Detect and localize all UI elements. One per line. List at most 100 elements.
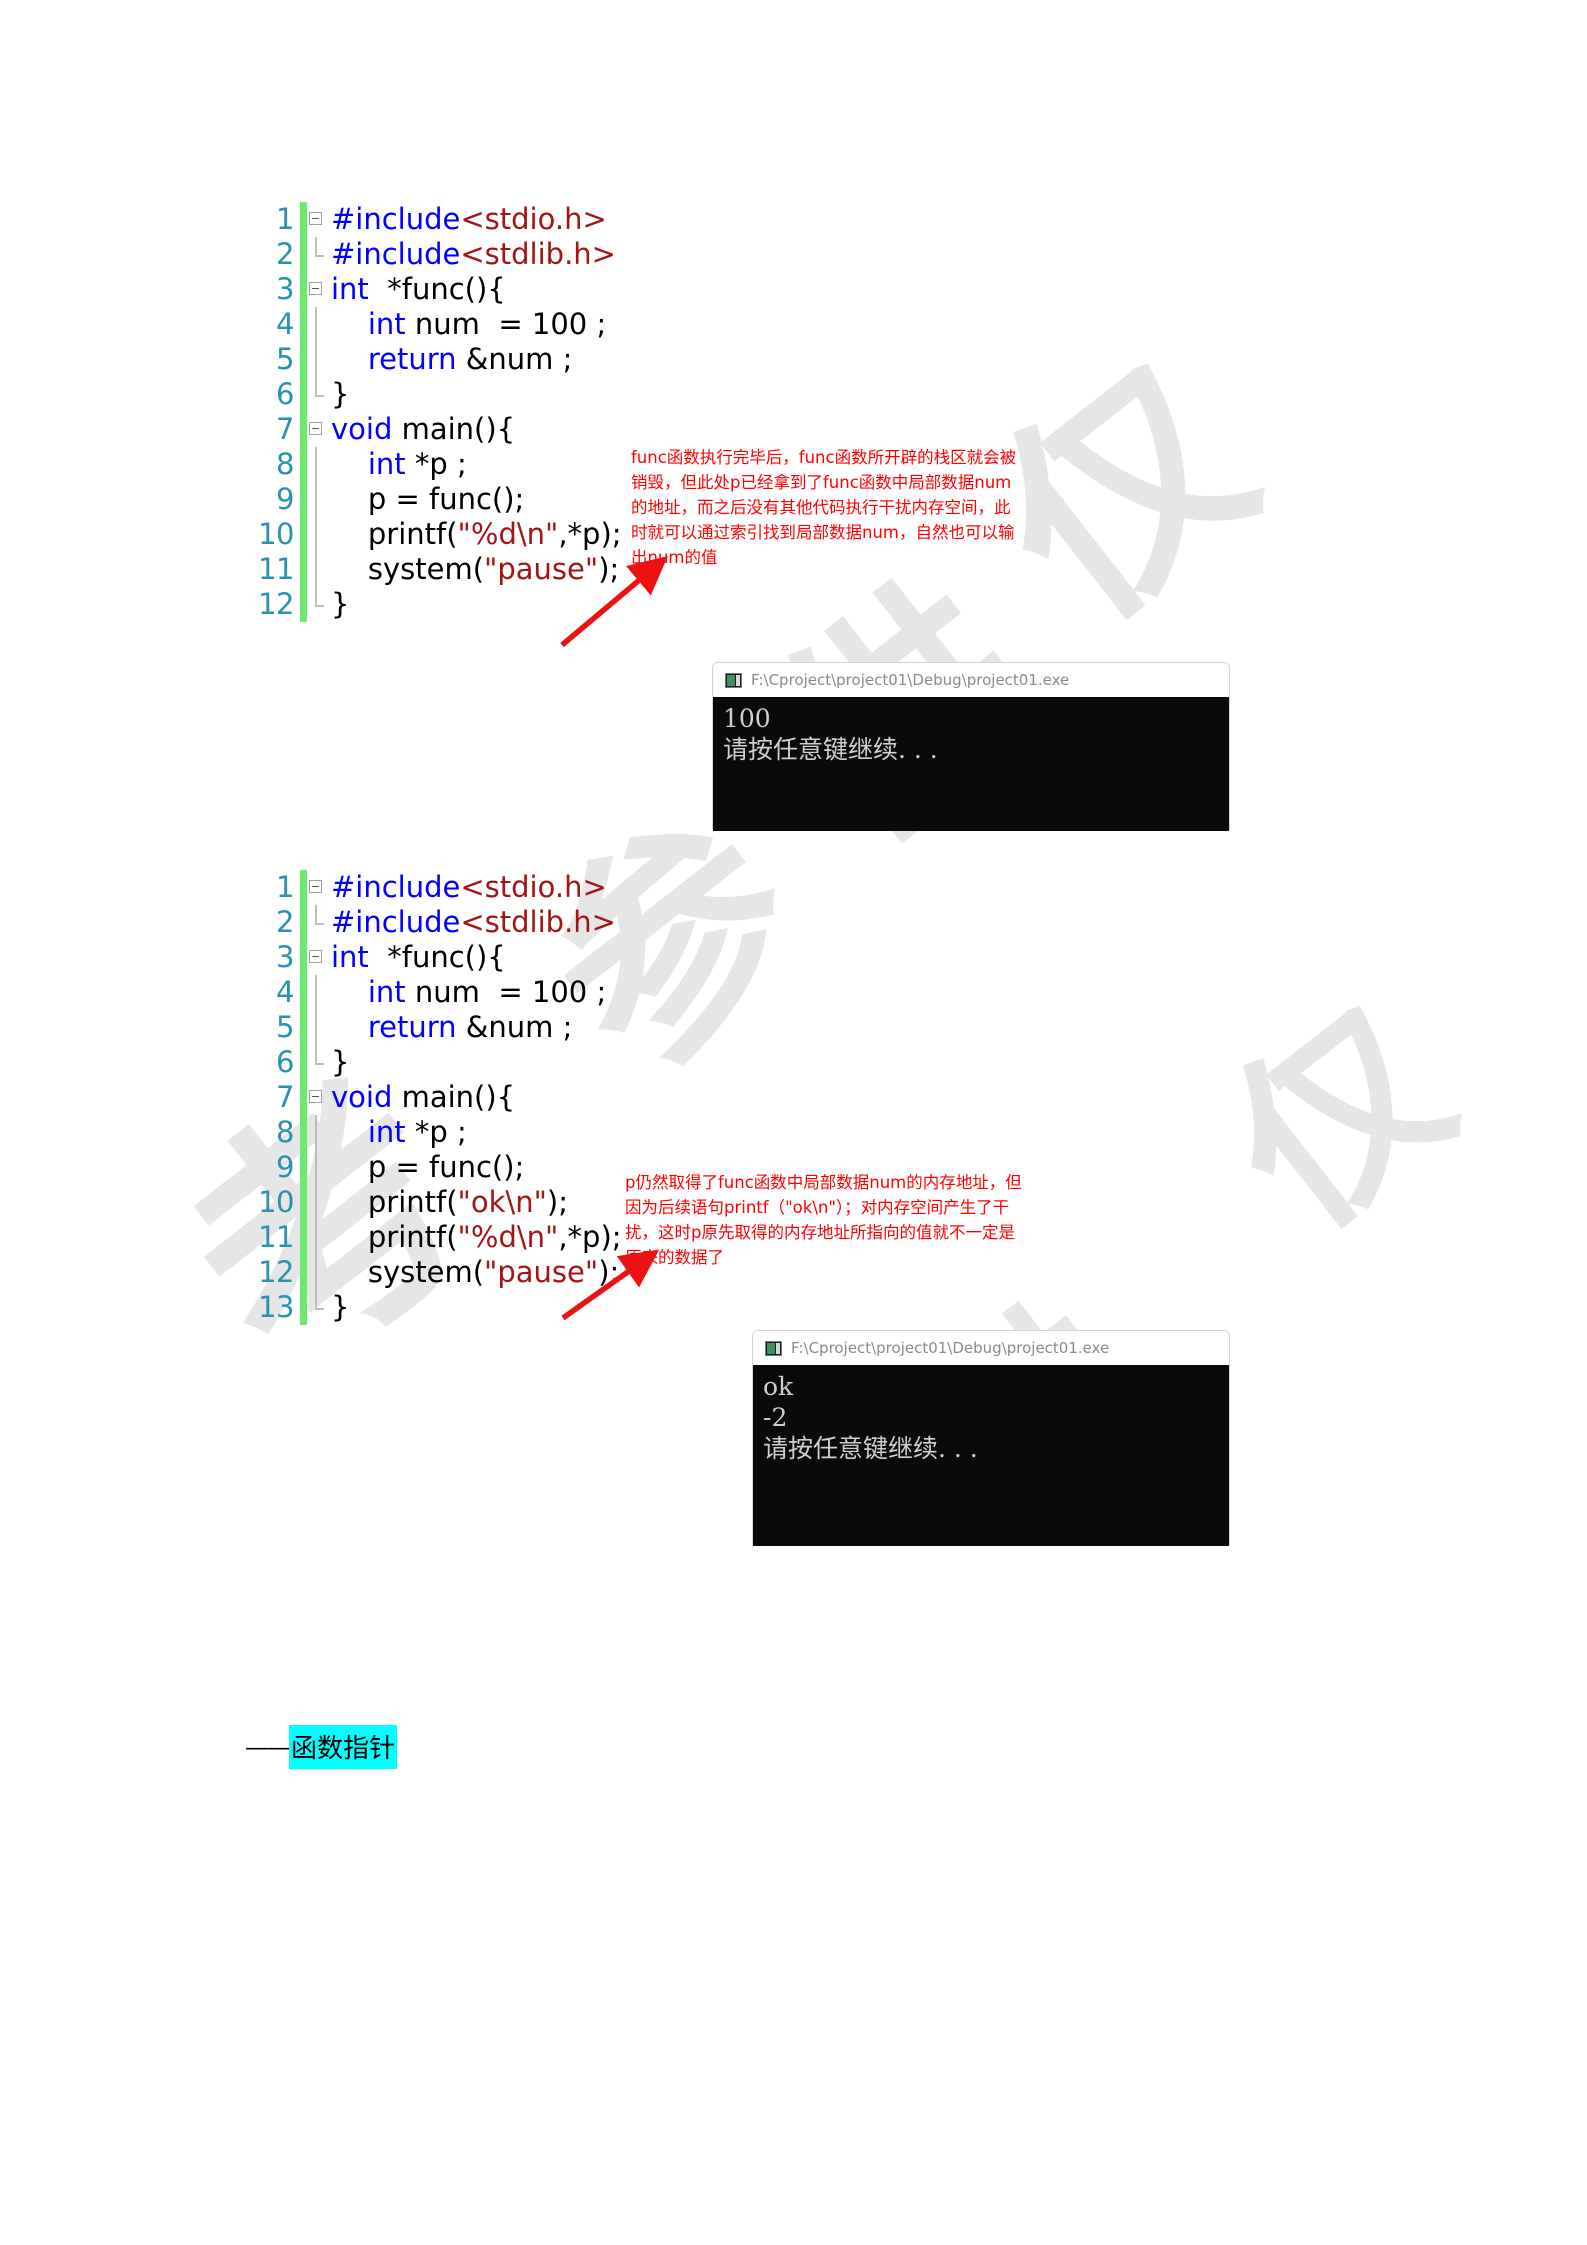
collapse-minus-icon[interactable] bbox=[309, 880, 322, 893]
console-window-1[interactable]: F:\Cproject\project01\Debug\project01.ex… bbox=[712, 662, 1230, 831]
outline-gutter[interactable] bbox=[307, 1150, 327, 1185]
change-bar bbox=[300, 870, 307, 905]
line-number: 3 bbox=[276, 272, 294, 306]
console-title-text: F:\Cproject\project01\Debug\project01.ex… bbox=[751, 671, 1070, 689]
annotation-line: func函数执行完毕后，func函数所开辟的栈区就会被 bbox=[631, 448, 1017, 467]
change-bar bbox=[300, 517, 307, 552]
outline-gutter[interactable] bbox=[307, 307, 327, 342]
outline-gutter[interactable] bbox=[307, 517, 327, 552]
code-token: &num ; bbox=[456, 1010, 573, 1044]
line-number: 6 bbox=[276, 1045, 294, 1079]
code-token: <stdlib.h> bbox=[460, 905, 616, 939]
outline-gutter[interactable] bbox=[307, 1290, 327, 1325]
outline-gutter[interactable] bbox=[307, 1185, 327, 1220]
change-bar bbox=[300, 202, 307, 237]
code-token: ); bbox=[598, 552, 620, 586]
console-output-line: ok bbox=[763, 1372, 794, 1401]
code-text: int *func(){ bbox=[327, 272, 506, 307]
code-line: 4 int num = 100 ; bbox=[248, 307, 622, 342]
change-bar bbox=[300, 1010, 307, 1045]
collapse-minus-icon[interactable] bbox=[309, 1090, 322, 1103]
code-token: printf( bbox=[331, 1185, 458, 1219]
code-token: num = 100 ; bbox=[405, 307, 607, 341]
line-number: 4 bbox=[276, 307, 294, 341]
outline-gutter[interactable] bbox=[307, 905, 327, 940]
outline-gutter[interactable] bbox=[307, 447, 327, 482]
code-text: p = func(); bbox=[327, 482, 524, 517]
outline-gutter[interactable] bbox=[307, 975, 327, 1010]
code-token: ); bbox=[546, 1185, 569, 1219]
outline-gutter[interactable] bbox=[307, 482, 327, 517]
outline-gutter[interactable] bbox=[307, 342, 327, 377]
annotation-1: func函数执行完毕后，func函数所开辟的栈区就会被 销毁，但此处p已经拿到了f… bbox=[631, 445, 1201, 570]
line-number: 5 bbox=[276, 342, 294, 376]
line-number: 8 bbox=[276, 447, 294, 481]
code-line: 12} bbox=[248, 587, 622, 622]
line-number: 1 bbox=[276, 870, 294, 904]
code-token: #include bbox=[331, 870, 461, 904]
code-line: 9 p = func(); bbox=[248, 482, 622, 517]
change-bar bbox=[300, 1080, 307, 1115]
code-line: 2 #include<stdlib.h> bbox=[248, 237, 622, 272]
collapse-minus-icon[interactable] bbox=[309, 282, 322, 295]
code-block-1: 1 #include<stdio.h> 2 #include<stdlib.h> 3 in… bbox=[248, 202, 622, 622]
code-text: printf("%d\n",*p); bbox=[327, 517, 622, 552]
change-bar bbox=[300, 272, 307, 307]
line-number: 4 bbox=[276, 975, 294, 1009]
code-line: 11 printf("%d\n",*p); bbox=[248, 1220, 622, 1255]
console-window-2[interactable]: F:\Cproject\project01\Debug\project01.ex… bbox=[752, 1330, 1230, 1546]
outline-gutter[interactable] bbox=[307, 1115, 327, 1150]
console-output: 100 请按任意键继续. . . bbox=[713, 697, 1229, 831]
code-token: } bbox=[331, 377, 350, 411]
code-token: #include bbox=[331, 237, 461, 271]
outline-gutter[interactable] bbox=[307, 237, 327, 272]
outline-gutter[interactable] bbox=[307, 1080, 327, 1115]
line-number: 1 bbox=[276, 202, 294, 236]
code-token: int bbox=[367, 307, 406, 341]
code-token: printf( bbox=[331, 1220, 458, 1254]
outline-gutter[interactable] bbox=[307, 1045, 327, 1080]
annotation-2: p仍然取得了func函数中局部数据num的内存地址，但 因为后续语句printf（… bbox=[625, 1170, 1200, 1270]
code-token: int bbox=[367, 975, 406, 1009]
change-bar bbox=[300, 905, 307, 940]
outline-gutter[interactable] bbox=[307, 377, 327, 412]
collapse-minus-icon[interactable] bbox=[309, 950, 322, 963]
outline-gutter[interactable] bbox=[307, 552, 327, 587]
annotation-line: p仍然取得了func函数中局部数据num的内存地址，但 bbox=[625, 1173, 1022, 1192]
change-bar bbox=[300, 1150, 307, 1185]
console-output-line: 100 bbox=[723, 704, 771, 733]
line-number: 2 bbox=[276, 237, 294, 271]
code-token: p = func(); bbox=[331, 482, 525, 516]
code-line: 9 p = func(); bbox=[248, 1150, 622, 1185]
outline-gutter[interactable] bbox=[307, 940, 327, 975]
line-number: 7 bbox=[276, 1080, 294, 1114]
outline-gutter[interactable] bbox=[307, 587, 327, 622]
change-bar bbox=[300, 552, 307, 587]
code-line: 8 int *p ; bbox=[248, 447, 622, 482]
outline-gutter[interactable] bbox=[307, 272, 327, 307]
code-block-2: 1 #include<stdio.h> 2 #include<stdlib.h> 3 in… bbox=[248, 870, 622, 1325]
code-text: return &num ; bbox=[327, 342, 573, 377]
console-title-bar: F:\Cproject\project01\Debug\project01.ex… bbox=[753, 1331, 1229, 1365]
code-token: ); bbox=[598, 1255, 620, 1289]
code-text: } bbox=[327, 1290, 349, 1325]
outline-gutter[interactable] bbox=[307, 1010, 327, 1045]
code-token: main(){ bbox=[392, 412, 516, 446]
collapse-minus-icon[interactable] bbox=[309, 422, 322, 435]
code-line: 3 int *func(){ bbox=[248, 272, 622, 307]
outline-gutter[interactable] bbox=[307, 412, 327, 447]
change-bar bbox=[300, 237, 307, 272]
outline-gutter[interactable] bbox=[307, 1220, 327, 1255]
outline-gutter[interactable] bbox=[307, 1255, 327, 1290]
code-token: main(){ bbox=[392, 1080, 516, 1114]
outline-gutter[interactable] bbox=[307, 870, 327, 905]
line-number: 9 bbox=[276, 482, 294, 516]
annotation-line: 扰，这时p原先取得的内存地址所指向的值就不一定是 bbox=[625, 1223, 1015, 1242]
change-bar bbox=[300, 1115, 307, 1150]
change-bar bbox=[300, 587, 307, 622]
change-bar bbox=[300, 940, 307, 975]
collapse-minus-icon[interactable] bbox=[309, 212, 322, 225]
outline-gutter[interactable] bbox=[307, 202, 327, 237]
console-title-text: F:\Cproject\project01\Debug\project01.ex… bbox=[791, 1339, 1110, 1357]
